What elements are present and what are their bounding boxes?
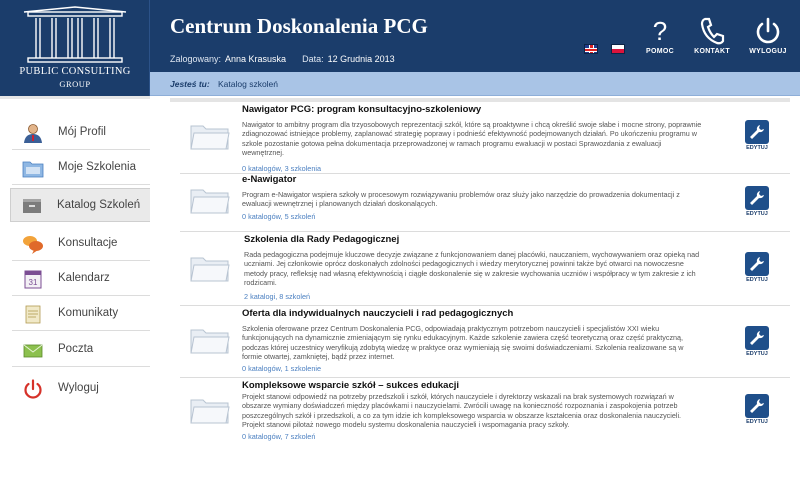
catalog-description: Nawigator to ambitny program dla trzyoso…: [242, 120, 702, 158]
svg-text:31: 31: [29, 278, 38, 287]
folder-icon: [22, 161, 44, 178]
edit-label: EDYTUJ: [746, 419, 768, 425]
chat-bubbles-icon: [23, 236, 43, 254]
catalog-item[interactable]: Szkolenia dla Rady Pedagogicznej Rada pe…: [180, 234, 790, 306]
catalog-description: Projekt stanowi odpowiedź na potrzeby pr…: [242, 392, 682, 430]
sidebar-item-label: Katalog Szkoleń: [57, 199, 141, 211]
pl-flag-icon[interactable]: [611, 44, 625, 54]
folder-icon: [190, 189, 230, 214]
edit-label: EDYTUJ: [746, 145, 768, 151]
catalog-meta[interactable]: 0 katalogów, 5 szkoleń: [242, 212, 315, 221]
sidebar-item-mail[interactable]: Poczta: [12, 333, 150, 367]
catalog-meta[interactable]: 0 katalogów, 3 szkolenia: [242, 164, 321, 173]
catalog-description: Szkolenia oferowane przez Centrum Doskon…: [242, 324, 684, 362]
help-button[interactable]: ? POMOC: [634, 14, 686, 64]
catalog-title[interactable]: Oferta dla indywidualnych nauczycieli i …: [242, 308, 513, 319]
wrench-icon: [750, 125, 764, 139]
catalog-title[interactable]: e-Nawigator: [242, 174, 296, 185]
question-icon: ?: [652, 16, 668, 46]
folder-icon: [190, 125, 230, 150]
sidebar-item-label: Mój Profil: [58, 126, 106, 138]
edit-button[interactable]: EDYTUJ: [744, 252, 770, 286]
sidebar-item-announcements[interactable]: Komunikaty: [12, 297, 150, 331]
columns-logo-icon: [23, 6, 127, 63]
catalog-meta[interactable]: 0 katalogów, 1 szkolenie: [242, 364, 321, 373]
sidebar-item-consultations[interactable]: Konsultacje: [12, 227, 150, 261]
logo-text: PUBLIC CONSULTING: [19, 66, 131, 77]
user-name: Anna Krasuska: [225, 54, 287, 64]
sidebar-item-calendar[interactable]: 31 Kalendarz: [12, 262, 150, 296]
user-info: Zalogowany: Anna Krasuska Data: 12 Grudnia …: [170, 54, 411, 64]
edit-label: EDYTUJ: [746, 351, 768, 357]
notes-icon: [25, 305, 41, 324]
breadcrumb-label: Jesteś tu:: [170, 79, 210, 89]
wrench-icon: [750, 191, 764, 205]
edit-button[interactable]: EDYTUJ: [744, 120, 770, 154]
sidebar-item-label: Poczta: [58, 343, 94, 355]
edit-button[interactable]: EDYTUJ: [744, 326, 770, 360]
breadcrumb: Jesteś tu: Katalog szkoleń: [150, 72, 800, 96]
edit-label: EDYTUJ: [746, 277, 768, 283]
catalog-meta[interactable]: 0 katalogów, 7 szkoleń: [242, 432, 315, 441]
sidebar-item-label: Moje Szkolenia: [58, 161, 136, 173]
logout-label: WYLOGUJ: [749, 48, 787, 55]
wrench-icon: [750, 399, 764, 413]
sidebar-item-profile[interactable]: Mój Profil: [12, 116, 150, 150]
sidebar-item-catalog[interactable]: Katalog Szkoleń: [10, 188, 150, 222]
catalog-description: Program e-Nawigator wspiera szkoły w pro…: [242, 190, 680, 209]
logo-subtext: GROUP: [59, 79, 91, 89]
catalog-meta[interactable]: 2 katalogi, 8 szkoleń: [244, 292, 310, 301]
wrench-icon: [750, 257, 764, 271]
power-icon: [742, 14, 794, 48]
sidebar-item-logout[interactable]: Wyloguj: [12, 372, 150, 406]
user-icon: [24, 124, 42, 143]
contact-button[interactable]: KONTAKT: [686, 14, 738, 64]
power-icon: [24, 379, 42, 399]
date-value: 12 Grudnia 2013: [327, 54, 395, 64]
edit-button[interactable]: EDYTUJ: [744, 186, 770, 220]
mail-icon: [23, 344, 43, 358]
catalog-item[interactable]: Oferta dla indywidualnych nauczycieli i …: [180, 306, 790, 378]
app-title: Centrum Doskonalenia PCG: [170, 14, 428, 38]
logout-button[interactable]: WYLOGUJ: [742, 14, 794, 64]
catalog-title[interactable]: Szkolenia dla Rady Pedagogicznej: [244, 234, 399, 245]
catalog-icon: [23, 199, 41, 213]
sidebar-item-my-trainings[interactable]: Moje Szkolenia: [12, 151, 150, 185]
edit-label: EDYTUJ: [746, 211, 768, 217]
uk-flag-icon[interactable]: [584, 44, 598, 54]
phone-icon: [686, 14, 738, 48]
logged-label: Zalogowany:: [170, 54, 222, 64]
folder-icon: [190, 399, 230, 424]
catalog-item[interactable]: Nawigator PCG: program konsultacyjno-szk…: [180, 104, 790, 174]
wrench-icon: [750, 331, 764, 345]
sidebar: Mój Profil Moje Szkolenia Katalog Szkole…: [0, 96, 150, 492]
folder-icon: [190, 257, 230, 282]
catalog-title[interactable]: Kompleksowe wsparcie szkół – sukces eduk…: [242, 380, 459, 391]
sidebar-item-label: Konsultacje: [58, 237, 118, 249]
catalog-title[interactable]: Nawigator PCG: program konsultacyjno-szk…: [242, 104, 481, 115]
date-label: Data:: [302, 54, 324, 64]
folder-icon: [190, 329, 230, 354]
divider: [170, 98, 790, 102]
breadcrumb-current[interactable]: Katalog szkoleń: [218, 79, 278, 89]
sidebar-item-label: Komunikaty: [58, 307, 119, 319]
calendar-icon: 31: [24, 270, 42, 289]
sidebar-item-label: Wyloguj: [58, 382, 99, 394]
catalog-item[interactable]: e-Nawigator Program e-Nawigator wspiera …: [180, 174, 790, 232]
pcg-logo[interactable]: PUBLIC CONSULTING GROUP: [0, 0, 150, 96]
contact-label: KONTAKT: [694, 48, 730, 55]
edit-button[interactable]: EDYTUJ: [744, 394, 770, 428]
help-label: POMOC: [646, 48, 674, 55]
catalog-description: Rada pedagogiczna podejmuje kluczowe dec…: [244, 250, 700, 288]
catalog-item[interactable]: Kompleksowe wsparcie szkół – sukces eduk…: [180, 378, 790, 452]
divider: [0, 96, 150, 99]
catalog-list: Nawigator PCG: program konsultacyjno-szk…: [150, 96, 800, 492]
sidebar-item-label: Kalendarz: [58, 272, 110, 284]
